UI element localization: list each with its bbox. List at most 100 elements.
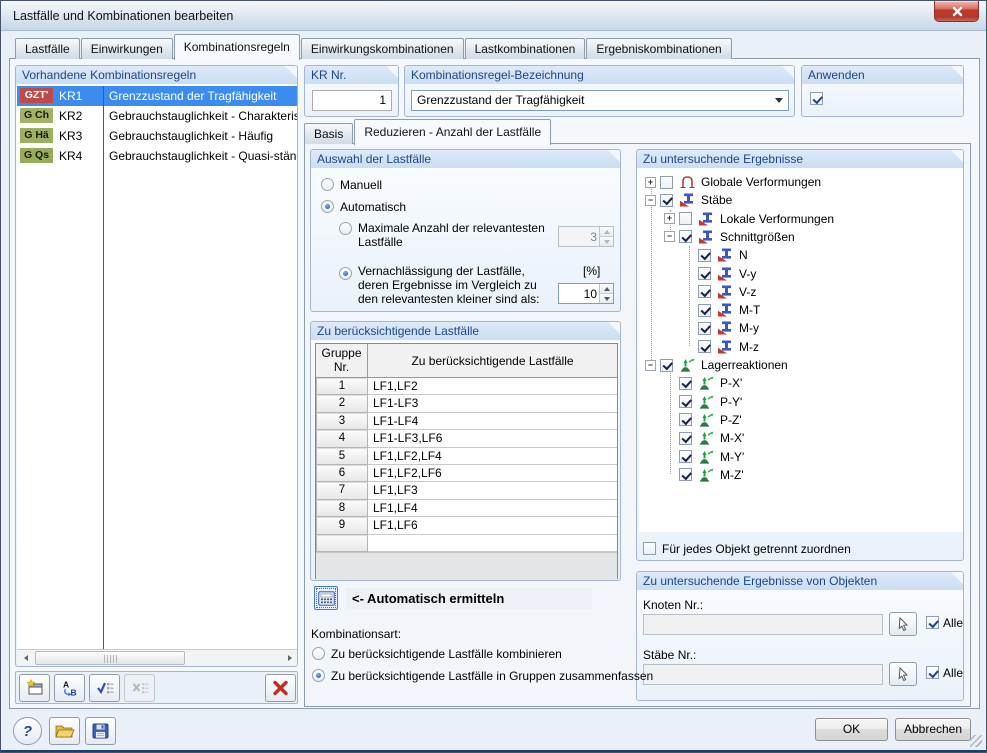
table-row[interactable]: 6 LF1,LF2,LF6 — [316, 464, 617, 483]
tree-checkbox[interactable] — [698, 340, 711, 354]
horizontal-scrollbar[interactable] — [17, 649, 297, 666]
empty-row[interactable] — [316, 534, 617, 552]
expand-icon[interactable]: + — [664, 213, 675, 225]
save-icon — [92, 723, 109, 739]
lastfaelle-cell[interactable]: LF1,LF2 — [368, 378, 617, 396]
tree-checkbox[interactable] — [679, 413, 692, 427]
lastfaelle-cell[interactable]: LF1,LF2,LF6 — [368, 465, 617, 483]
tree-checkbox[interactable] — [679, 431, 692, 445]
tab-lastf-lle[interactable]: Lastfälle — [15, 38, 80, 59]
new-rule-button[interactable] — [19, 674, 50, 702]
scroll-left-arrow[interactable] — [17, 650, 34, 666]
tree-checkbox[interactable] — [660, 175, 673, 189]
tab-einwirkungen[interactable]: Einwirkungen — [80, 38, 173, 59]
tree-checkbox[interactable] — [698, 267, 711, 280]
tree-checkbox[interactable] — [698, 248, 711, 262]
table-row[interactable]: 7 LF1,LF3 — [316, 482, 617, 500]
scroll-right-arrow[interactable] — [281, 650, 297, 666]
tree-checkbox[interactable] — [698, 285, 711, 299]
table-row[interactable]: 2 LF1-LF3 — [316, 395, 617, 413]
kr-description: Gebrauchstauglichkeit - Quasi-ständig — [109, 149, 298, 163]
beam-icon — [717, 248, 734, 262]
list-item-kr1[interactable]: GZT' KR1 Grenzzustand der Tragfähigkeit — [17, 86, 297, 106]
kr-nr-input[interactable]: 1 — [312, 90, 392, 111]
tree-checkbox[interactable] — [660, 193, 673, 207]
automatisch-radio[interactable] — [321, 200, 334, 213]
cancel-button[interactable]: Abbrechen — [895, 718, 971, 741]
table-row[interactable]: 8 LF1,LF4 — [316, 499, 617, 518]
staebe-pick-button[interactable] — [889, 662, 917, 686]
scrollbar-thumb[interactable] — [35, 651, 185, 665]
lastfaelle-cell[interactable]: LF1,LF6 — [368, 517, 617, 535]
expand-icon[interactable]: + — [645, 176, 656, 188]
ergebnisse-panel: Zu untersuchende Ergebnisse + Globale Ver… — [636, 149, 964, 561]
kombinationsart-option-label: Zu berücksichtigende Lastfälle in Gruppe… — [331, 669, 654, 683]
lastfaelle-cell[interactable]: LF1,LF2,LF4 — [368, 448, 617, 465]
lastfaelle-cell[interactable]: LF1-LF3 — [368, 395, 617, 413]
tree-checkbox[interactable] — [679, 468, 692, 482]
renumber-button[interactable]: AB — [54, 674, 85, 702]
list-item-kr2[interactable]: G Ch KR2 Gebrauchstauglichkeit - Charakter… — [17, 106, 297, 126]
spin-up-button[interactable] — [600, 284, 613, 293]
spin-down-button[interactable] — [600, 293, 613, 303]
staebe-alle-checkbox[interactable] — [926, 666, 939, 679]
resize-grip[interactable] — [970, 735, 982, 747]
staebe-nr-label: Stäbe Nr.: — [643, 648, 697, 662]
tab-kombinationsregeln[interactable]: Kombinationsregeln — [173, 34, 300, 60]
tree-checkbox[interactable] — [679, 212, 692, 226]
table-row[interactable]: 1 LF1,LF2 — [316, 378, 617, 396]
bezeichnung-combobox[interactable]: Grenzzustand der Tragfähigkeit — [411, 90, 789, 111]
list-item-kr3[interactable]: G Hä KR3 Gebrauchstauglichkeit - Häufig — [17, 126, 297, 146]
ok-button[interactable]: OK — [815, 718, 888, 741]
tab-ergebniskombinationen[interactable]: Ergebniskombinationen — [586, 38, 732, 59]
tree-checkbox[interactable] — [679, 395, 692, 409]
knoten-alle-checkbox[interactable] — [926, 616, 939, 629]
tree-checkbox[interactable] — [698, 303, 711, 317]
save-button[interactable] — [85, 717, 116, 745]
lastfaelle-cell[interactable]: LF1-LF3,LF6 — [368, 430, 617, 448]
getrennt-zuordnen-checkbox[interactable] — [643, 542, 656, 555]
table-row[interactable]: 9 LF1,LF6 — [316, 517, 617, 535]
tab-lastkombinationen[interactable]: Lastkombinationen — [464, 38, 586, 59]
max-anzahl-value: 3 — [590, 230, 597, 244]
table-row[interactable]: 3 LF1-LF4 — [316, 412, 617, 431]
delete-rule-button[interactable] — [265, 674, 296, 702]
check-all-button[interactable] — [89, 674, 120, 702]
auto-ermitteln-button[interactable] — [314, 586, 338, 610]
tree-checkbox[interactable] — [679, 450, 692, 463]
vernachlaessigung-radio[interactable] — [339, 267, 352, 280]
manuell-radio[interactable] — [321, 178, 334, 191]
vernachlaessigung-spinner[interactable]: 10 — [558, 283, 614, 304]
tab-einwirkungskombinationen[interactable]: Einwirkungskombinationen — [300, 38, 464, 59]
subtab-reduzieren-anzahl-der-lastf-lle[interactable]: Reduzieren - Anzahl der Lastfälle — [354, 119, 552, 145]
anwenden-checkbox[interactable] — [810, 92, 823, 105]
collapse-icon[interactable]: − — [645, 194, 656, 206]
subtab-basis[interactable]: Basis — [304, 123, 354, 144]
list-item-kr4[interactable]: G Qs KR4 Gebrauchstauglichkeit - Quasi-stä… — [17, 146, 298, 166]
collapse-icon[interactable]: − — [664, 231, 675, 243]
kr-description: Gebrauchstauglichkeit - Häufig — [109, 129, 274, 143]
lastfaelle-cell[interactable]: LF1,LF4 — [368, 500, 617, 518]
close-button[interactable] — [934, 1, 979, 22]
kombinationsart-radio-1[interactable] — [312, 647, 325, 660]
lastfaelle-cell[interactable]: LF1,LF3 — [368, 482, 617, 500]
tree-checkbox[interactable] — [660, 358, 673, 372]
tree-label: P-X' — [720, 376, 743, 391]
lastfaelle-cell[interactable]: LF1-LF4 — [368, 413, 617, 431]
tree-checkbox[interactable] — [679, 376, 692, 390]
table-row[interactable]: 5 LF1,LF2,LF4 — [316, 447, 617, 465]
open-button[interactable] — [49, 717, 80, 745]
max-anzahl-radio[interactable] — [339, 222, 352, 235]
collapse-icon[interactable]: − — [645, 359, 656, 371]
staebe-nr-input — [643, 664, 883, 685]
table-row[interactable]: 4 LF1-LF3,LF6 — [316, 430, 617, 448]
help-button[interactable]: ? — [13, 717, 42, 745]
tree-checkbox[interactable] — [679, 230, 692, 244]
tree-label: M-Y' — [720, 449, 745, 464]
kombinationsart-label: Kombinationsart: — [311, 627, 402, 641]
tree-checkbox[interactable] — [698, 321, 711, 335]
knoten-pick-button[interactable] — [889, 612, 917, 636]
kombinationsart-radio-2[interactable] — [312, 669, 325, 682]
